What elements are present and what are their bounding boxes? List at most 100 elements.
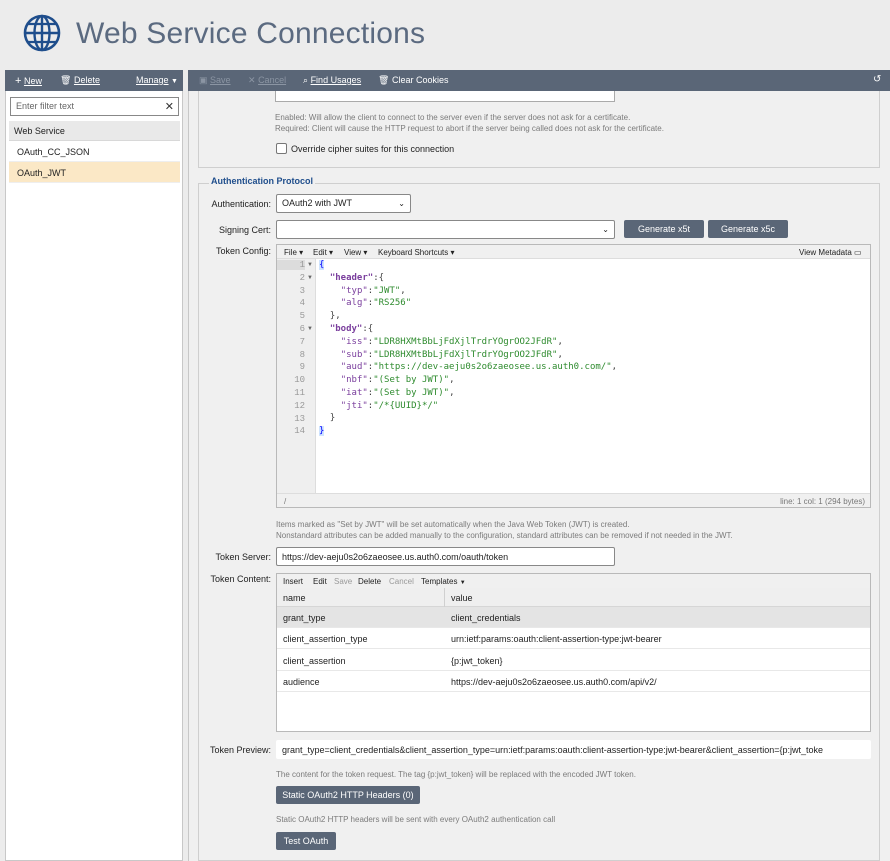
test-oauth-button[interactable]: Test OAuth	[276, 832, 336, 850]
authentication-label: Authentication:	[211, 199, 271, 209]
line-number: 5	[299, 311, 305, 321]
ssl-hint-enabled: Enabled: Will allow the client to connec…	[275, 113, 631, 122]
table-row[interactable]: client_assertion {p:jwt_token}	[277, 650, 870, 671]
preview-hint: The content for the token request. The t…	[276, 770, 636, 779]
list-item-selected[interactable]: OAuth_JWT	[9, 162, 180, 183]
cell-name: audience	[283, 677, 320, 687]
client-cert-select[interactable]	[275, 91, 615, 102]
editor-menu-edit[interactable]: Edit ▾	[313, 248, 333, 257]
ssl-hint-required: Required: Client will cause the HTTP req…	[275, 124, 664, 133]
search-icon: ⌕	[303, 75, 309, 85]
window-icon: ▭	[854, 248, 862, 257]
fold-icon[interactable]: ▼	[307, 262, 313, 268]
save-button[interactable]: ▣ Save	[199, 75, 231, 86]
plus-icon: +	[15, 75, 22, 87]
token-server-input[interactable]: https://dev-aeju0s2o6zaeosee.us.auth0.co…	[276, 547, 615, 566]
manage-menu[interactable]: Manage ▼	[136, 75, 178, 85]
line-number: 6	[299, 324, 305, 334]
column-divider	[444, 588, 445, 607]
cancel-button[interactable]: ✕ Cancel	[248, 75, 286, 86]
static-headers-hint: Static OAuth2 HTTP headers will be sent …	[276, 815, 556, 824]
clear-filter-icon[interactable]: ✕	[165, 100, 174, 113]
fold-icon[interactable]: ▼	[307, 326, 313, 332]
editor-path: /	[284, 497, 287, 506]
line-gutter: 1 ▼ 2 ▼ 3 4 5 6 ▼ 7 8 9 10 11 12 13 14	[277, 259, 316, 493]
view-metadata-button[interactable]: View Metadata ▭	[799, 248, 862, 257]
new-button[interactable]: + New	[15, 75, 42, 87]
cell-value: client_credentials	[451, 613, 521, 623]
grid-save-button[interactable]: Save	[334, 577, 352, 586]
grid-toolbar: Insert Edit Save Delete Cancel Templates…	[277, 574, 870, 588]
generate-x5c-button[interactable]: Generate x5c	[708, 220, 788, 238]
close-icon: ✕	[248, 75, 256, 85]
cell-value: https://dev-aeju0s2o6zaeosee.us.auth0.co…	[451, 677, 657, 687]
grid-delete-button[interactable]: Delete	[358, 577, 381, 586]
right-toolbar: ▣ Save ✕ Cancel ⌕ Find Usages 🗑 Clear Co…	[188, 70, 890, 91]
caret-down-icon: ▼	[459, 580, 466, 586]
editor-menu-file[interactable]: File ▾	[284, 248, 303, 257]
cell-name: client_assertion_type	[283, 634, 368, 644]
column-header-value[interactable]: value	[451, 593, 473, 603]
override-cipher-label: Override cipher suites for this connecti…	[291, 144, 455, 154]
editor-menu-bar: File ▾ Edit ▾ View ▾ Keyboard Shortcuts …	[277, 245, 870, 259]
table-row[interactable]: client_assertion_type urn:ietf:params:oa…	[277, 628, 870, 649]
line-number: 7	[299, 337, 305, 347]
list-item[interactable]: OAuth_CC_JSON	[9, 141, 180, 162]
delete-button[interactable]: 🗑 Delete	[60, 75, 100, 86]
signing-cert-select[interactable]: ⌄	[276, 220, 615, 239]
cell-value: urn:ietf:params:oauth:client-assertion-t…	[451, 634, 662, 644]
cell-name: grant_type	[283, 613, 326, 623]
chevron-down-icon: ⌄	[602, 225, 609, 234]
list-header: Web Service	[9, 121, 180, 141]
clear-cookies-button[interactable]: 🗑 Clear Cookies	[378, 75, 448, 86]
cell-name: client_assertion	[283, 656, 346, 666]
line-number: 14	[294, 426, 305, 436]
line-number: 2	[299, 273, 305, 283]
generate-x5t-button[interactable]: Generate x5t	[624, 220, 704, 238]
table-row[interactable]: audience https://dev-aeju0s2o6zaeosee.us…	[277, 671, 870, 692]
line-number: 12	[294, 401, 305, 411]
history-icon[interactable]: ↺	[873, 74, 881, 85]
auth-legend: Authentication Protocol	[209, 176, 315, 186]
find-usages-button[interactable]: ⌕ Find Usages	[303, 75, 361, 86]
line-number: 3	[299, 286, 305, 296]
grid-header: name value	[277, 588, 870, 607]
token-server-label: Token Server:	[215, 552, 271, 562]
line-number: 10	[294, 375, 305, 385]
jwt-hint-1: Items marked as "Set by JWT" will be set…	[276, 520, 630, 529]
templates-menu[interactable]: Templates ▼	[421, 577, 466, 586]
static-headers-button[interactable]: Static OAuth2 HTTP Headers (0)	[276, 786, 420, 804]
token-content-grid: Insert Edit Save Delete Cancel Templates…	[276, 573, 871, 732]
title-bar: Web Service Connections	[0, 0, 890, 69]
left-toolbar: + New 🗑 Delete Manage ▼	[5, 70, 183, 91]
override-cipher-checkbox[interactable]	[276, 143, 287, 154]
jwt-hint-2: Nonstandard attributes can be added manu…	[276, 531, 733, 540]
trash-icon: 🗑	[378, 75, 390, 85]
table-row[interactable]: grant_type client_credentials	[277, 607, 870, 628]
ssl-section: Enabled: Will allow the client to connec…	[198, 91, 880, 168]
save-icon: ▣	[199, 75, 208, 85]
token-preview-label: Token Preview:	[209, 745, 271, 755]
column-header-name[interactable]: name	[283, 593, 306, 603]
grid-cancel-button[interactable]: Cancel	[389, 577, 414, 586]
line-number: 11	[294, 388, 305, 398]
fold-icon[interactable]: ▼	[307, 275, 313, 281]
signing-cert-label: Signing Cert:	[218, 225, 271, 235]
trash-icon: 🗑	[60, 75, 72, 85]
filter-input[interactable]: Enter filter text ✕	[10, 97, 179, 116]
auth-section: Authentication Protocol Authentication: …	[198, 176, 880, 861]
cell-value: {p:jwt_token}	[451, 656, 503, 666]
editor-menu-view[interactable]: View ▾	[344, 248, 367, 257]
editor-menu-shortcuts[interactable]: Keyboard Shortcuts ▾	[378, 248, 455, 257]
authentication-select[interactable]: OAuth2 with JWT ⌄	[276, 194, 411, 213]
line-number: 13	[294, 414, 305, 424]
edit-button[interactable]: Edit	[313, 577, 327, 586]
token-content-label: Token Content:	[210, 574, 271, 584]
chevron-down-icon: ⌄	[398, 199, 405, 208]
left-panel: Enter filter text ✕ Web Service OAuth_CC…	[5, 91, 183, 861]
line-number: 8	[299, 350, 305, 360]
line-number: 4	[299, 298, 305, 308]
token-preview-field[interactable]: grant_type=client_credentials&client_ass…	[276, 740, 871, 759]
insert-button[interactable]: Insert	[283, 577, 303, 586]
token-config-editor[interactable]: File ▾ Edit ▾ View ▾ Keyboard Shortcuts …	[276, 244, 871, 508]
